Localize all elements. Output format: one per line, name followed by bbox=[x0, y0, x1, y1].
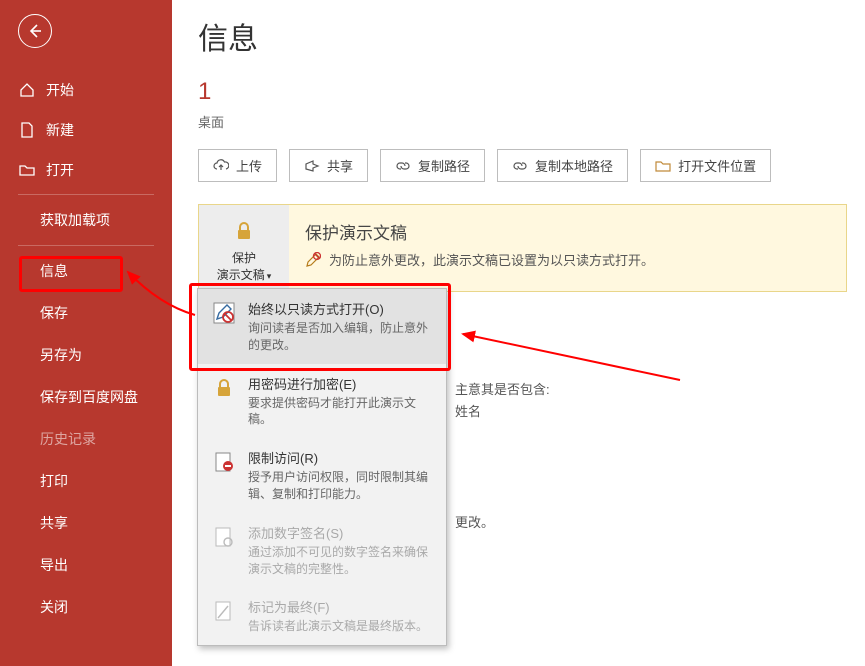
nav-export[interactable]: 导出 bbox=[0, 544, 172, 586]
dd-desc: 要求提供密码才能打开此演示文稿。 bbox=[248, 395, 434, 429]
home-icon bbox=[18, 81, 36, 99]
nav-label: 打开 bbox=[46, 160, 74, 180]
nav-saveas[interactable]: 另存为 bbox=[0, 334, 172, 376]
dd-title: 用密码进行加密(E) bbox=[248, 374, 434, 393]
nav-print[interactable]: 打印 bbox=[0, 460, 172, 502]
pencil-icon bbox=[305, 252, 321, 268]
share-icon bbox=[304, 159, 320, 173]
dd-signature[interactable]: 添加数字签名(S) 通过添加不可见的数字签名来确保演示文稿的完整性。 bbox=[198, 513, 446, 588]
lock-icon bbox=[232, 219, 256, 243]
dd-desc: 通过添加不可见的数字签名来确保演示文稿的完整性。 bbox=[248, 544, 434, 578]
dd-final[interactable]: 标记为最终(F) 告诉读者此演示文稿是最终版本。 bbox=[198, 587, 446, 645]
protect-desc: 为防止意外更改，此演示文稿已设置为以只读方式打开。 bbox=[329, 250, 654, 269]
upload-button[interactable]: 上传 bbox=[198, 149, 277, 182]
toolbar-row: 上传 共享 复制路径 复制本地路径 打开文件位置 bbox=[198, 149, 847, 182]
btn-label: 复制本地路径 bbox=[535, 156, 613, 175]
share-button[interactable]: 共享 bbox=[289, 149, 368, 182]
doc-location: 桌面 bbox=[198, 112, 847, 131]
nav-new[interactable]: 新建 bbox=[0, 110, 172, 150]
nav-info[interactable]: 信息 bbox=[0, 250, 172, 292]
protect-presentation-button[interactable]: 保护 演示文稿▾ bbox=[199, 205, 289, 291]
nav-open[interactable]: 打开 bbox=[0, 150, 172, 190]
restrict-icon bbox=[210, 448, 238, 476]
page-title: 信息 bbox=[198, 14, 847, 58]
nav-save[interactable]: 保存 bbox=[0, 292, 172, 334]
background-text: 主意其是否包含: 姓名 bbox=[455, 379, 550, 423]
dd-desc: 告诉读者此演示文稿是最终版本。 bbox=[248, 618, 434, 635]
document-icon bbox=[18, 121, 36, 139]
protect-title: 保护演示文稿 bbox=[305, 219, 654, 244]
dd-title: 始终以只读方式打开(O) bbox=[248, 299, 434, 318]
open-location-button[interactable]: 打开文件位置 bbox=[640, 149, 771, 182]
nav-addins[interactable]: 获取加载项 bbox=[0, 199, 172, 241]
nav-label: 新建 bbox=[46, 120, 74, 140]
protect-panel: 保护 演示文稿▾ 保护演示文稿 为防止意外更改，此演示文稿已设置为以只读方式打开… bbox=[198, 204, 847, 292]
cloud-upload-icon bbox=[213, 159, 229, 173]
nav-home[interactable]: 开始 bbox=[0, 70, 172, 110]
sidebar: 开始 新建 打开 获取加载项 信息 保存 另存为 保存到百度网盘 历史记录 bbox=[0, 0, 172, 666]
separator bbox=[18, 194, 154, 195]
background-text-2: 更改。 bbox=[455, 512, 494, 531]
protect-btn-line1: 保护 bbox=[232, 251, 256, 265]
folder-open-icon bbox=[18, 161, 36, 179]
link-icon bbox=[512, 159, 528, 173]
dd-title: 添加数字签名(S) bbox=[248, 523, 434, 542]
dd-desc: 授予用户访问权限，同时限制其编辑、复制和打印能力。 bbox=[248, 469, 434, 503]
dd-title: 限制访问(R) bbox=[248, 448, 434, 467]
nav-save-baidu[interactable]: 保存到百度网盘 bbox=[0, 376, 172, 418]
nav-close[interactable]: 关闭 bbox=[0, 586, 172, 628]
btn-label: 打开文件位置 bbox=[678, 156, 756, 175]
btn-label: 共享 bbox=[327, 156, 353, 175]
protect-dropdown: 始终以只读方式打开(O) 询问读者是否加入编辑，防止意外的更改。 用密码进行加密… bbox=[197, 288, 447, 646]
folder-icon bbox=[655, 159, 671, 173]
dd-readonly[interactable]: 始终以只读方式打开(O) 询问读者是否加入编辑，防止意外的更改。 bbox=[198, 289, 446, 364]
separator bbox=[18, 245, 154, 246]
link-icon bbox=[395, 159, 411, 173]
nav-history[interactable]: 历史记录 bbox=[0, 418, 172, 460]
copy-path-button[interactable]: 复制路径 bbox=[380, 149, 485, 182]
lock-key-icon bbox=[210, 374, 238, 402]
dd-encrypt[interactable]: 用密码进行加密(E) 要求提供密码才能打开此演示文稿。 bbox=[198, 364, 446, 439]
copy-local-path-button[interactable]: 复制本地路径 bbox=[497, 149, 628, 182]
nav-share[interactable]: 共享 bbox=[0, 502, 172, 544]
back-button[interactable] bbox=[18, 14, 52, 48]
dd-desc: 询问读者是否加入编辑，防止意外的更改。 bbox=[248, 320, 434, 354]
readonly-icon bbox=[210, 299, 238, 327]
chevron-down-icon: ▾ bbox=[267, 271, 272, 281]
back-arrow-icon bbox=[26, 22, 44, 40]
dd-title: 标记为最终(F) bbox=[248, 597, 434, 616]
dd-restrict[interactable]: 限制访问(R) 授予用户访问权限，同时限制其编辑、复制和打印能力。 bbox=[198, 438, 446, 513]
nav-label: 开始 bbox=[46, 80, 74, 100]
protect-btn-line2: 演示文稿 bbox=[217, 268, 265, 282]
signature-icon bbox=[210, 523, 238, 551]
final-icon bbox=[210, 597, 238, 625]
doc-title: 1 bbox=[198, 78, 847, 106]
btn-label: 上传 bbox=[236, 156, 262, 175]
btn-label: 复制路径 bbox=[418, 156, 470, 175]
